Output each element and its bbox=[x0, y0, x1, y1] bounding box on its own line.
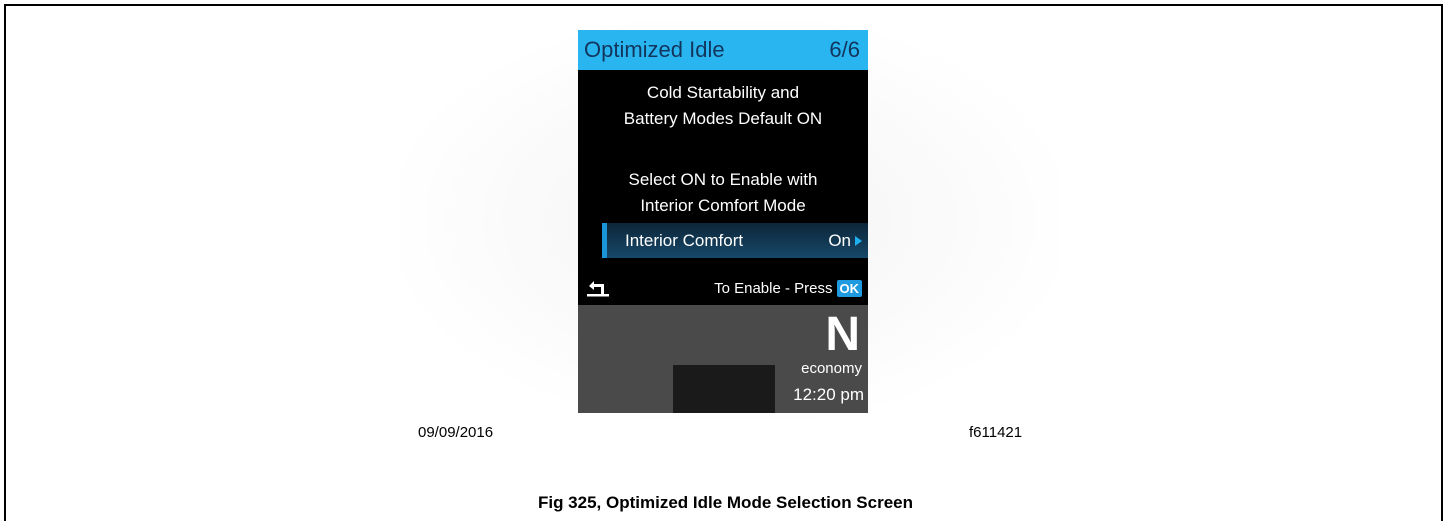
enable-instruction: To Enable - Press bbox=[714, 279, 833, 297]
default-modes-message: Cold Startability and Battery Modes Defa… bbox=[578, 80, 868, 132]
instrument-display: Optimized Idle 6/6 Cold Startability and… bbox=[578, 30, 868, 413]
status-area: N economy 12:20 pm bbox=[578, 305, 868, 413]
ok-button[interactable]: OK bbox=[836, 279, 862, 297]
message-line: Select ON to Enable with bbox=[628, 170, 818, 189]
enable-instruction-message: Select ON to Enable with Interior Comfor… bbox=[578, 167, 868, 219]
triangle-right-icon[interactable] bbox=[855, 235, 862, 246]
page-indicator: 6/6 bbox=[829, 37, 860, 62]
display-header: Optimized Idle 6/6 bbox=[578, 30, 868, 70]
back-arrow-icon[interactable] bbox=[586, 278, 610, 298]
status-dark-panel bbox=[673, 365, 775, 413]
figure-date: 09/09/2016 bbox=[418, 424, 494, 441]
message-line: Cold Startability and bbox=[646, 83, 800, 102]
message-line: Battery Modes Default ON bbox=[623, 109, 823, 128]
message-line: Interior Comfort Mode bbox=[640, 196, 806, 215]
clock: 12:20 pm bbox=[793, 385, 864, 404]
footer-bar: To Enable - Press OK bbox=[578, 272, 868, 304]
selector-label: Interior Comfort bbox=[625, 230, 744, 250]
figure-code: f611421 bbox=[969, 424, 1023, 441]
gear-indicator: N bbox=[825, 308, 860, 361]
display-title: Optimized Idle bbox=[584, 37, 725, 62]
interior-comfort-selector[interactable]: Interior Comfort On bbox=[602, 223, 868, 258]
figure-caption: Fig 325, Optimized Idle Mode Selection S… bbox=[537, 493, 914, 512]
drive-mode: economy bbox=[801, 360, 862, 377]
selector-value: On bbox=[828, 230, 851, 250]
